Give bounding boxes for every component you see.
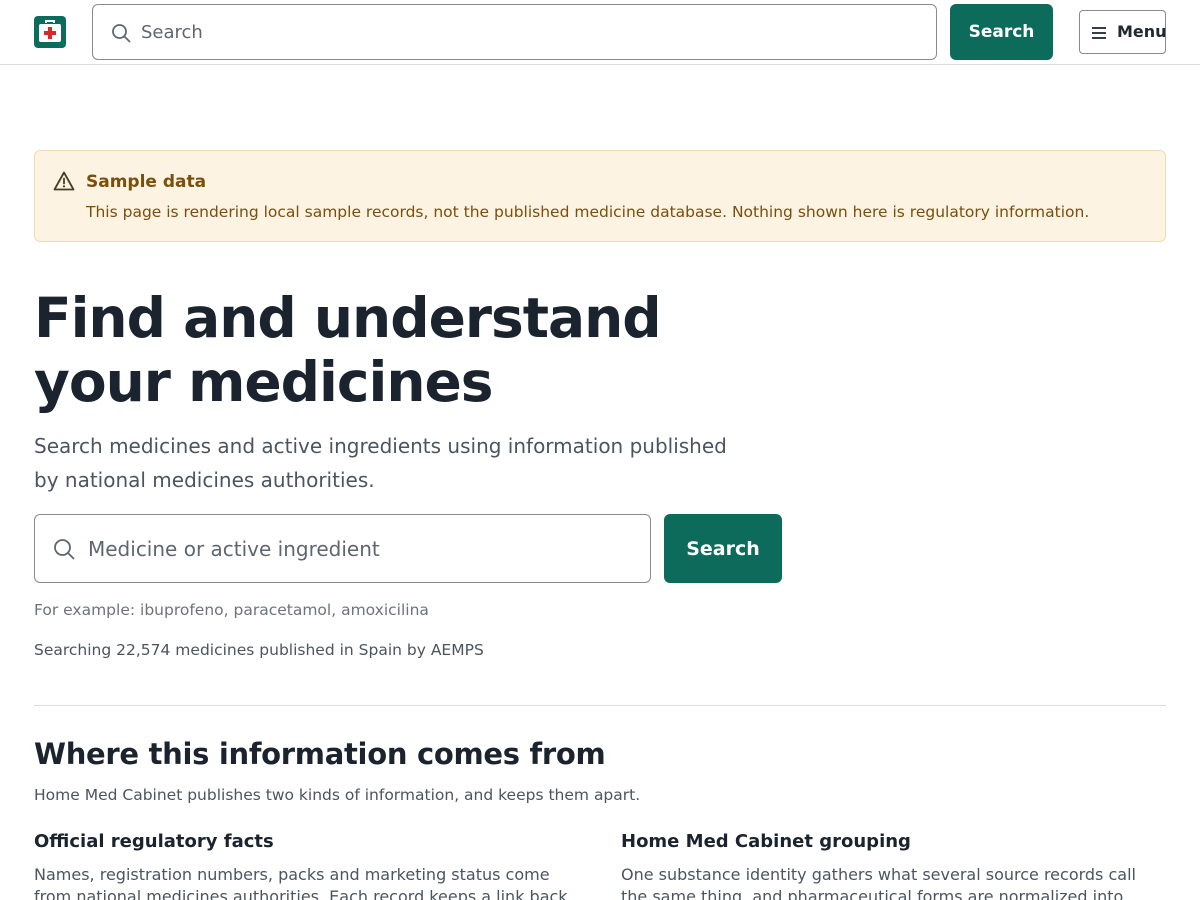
database-count: Searching 22,574 medicines published in … [34,641,484,659]
official-facts-text: Names, registration numbers, packs and m… [34,865,568,900]
menu-label: Menu [1117,22,1167,41]
info-section-subtitle: Home Med Cabinet publishes two kinds of … [34,786,641,804]
info-section-title: Where this information comes from [34,737,606,771]
search-icon [54,539,75,560]
notice-text: This page is rendering local sample reco… [86,203,1090,221]
page-title: Find and understand your medicines [34,286,674,414]
sample-data-notice: Sample data This page is rendering local… [34,150,1166,242]
menu-button[interactable]: Menu [1079,10,1167,54]
header-search-input[interactable] [141,13,921,51]
section-divider [34,705,1166,706]
site-header: Search Menu [0,0,1200,65]
medicine-cabinet-logo[interactable] [34,16,66,48]
warning-icon [53,171,75,191]
first-aid-kit-icon [39,20,61,42]
hamburger-icon [1092,27,1106,39]
header-search-button[interactable]: Search [950,4,1053,60]
medicine-search-button[interactable]: Search [664,514,782,583]
search-icon [112,24,131,43]
page-subtitle: Search medicines and active ingredients … [34,434,727,492]
medicine-search-input[interactable] [88,529,638,569]
grouping-text: One substance identity gathers what seve… [621,865,1136,900]
page-title-line-2: your medicines [34,350,494,414]
search-example-hint: For example: ibuprofeno, paracetamol, am… [34,601,429,619]
notice-title: Sample data [86,172,207,192]
official-facts-title: Official regulatory facts [34,831,274,852]
medicine-search-field[interactable] [34,514,651,583]
header-search-field[interactable] [92,4,937,60]
grouping-title: Home Med Cabinet grouping [621,831,911,852]
page-title-line-1: Find and understand [34,286,662,350]
